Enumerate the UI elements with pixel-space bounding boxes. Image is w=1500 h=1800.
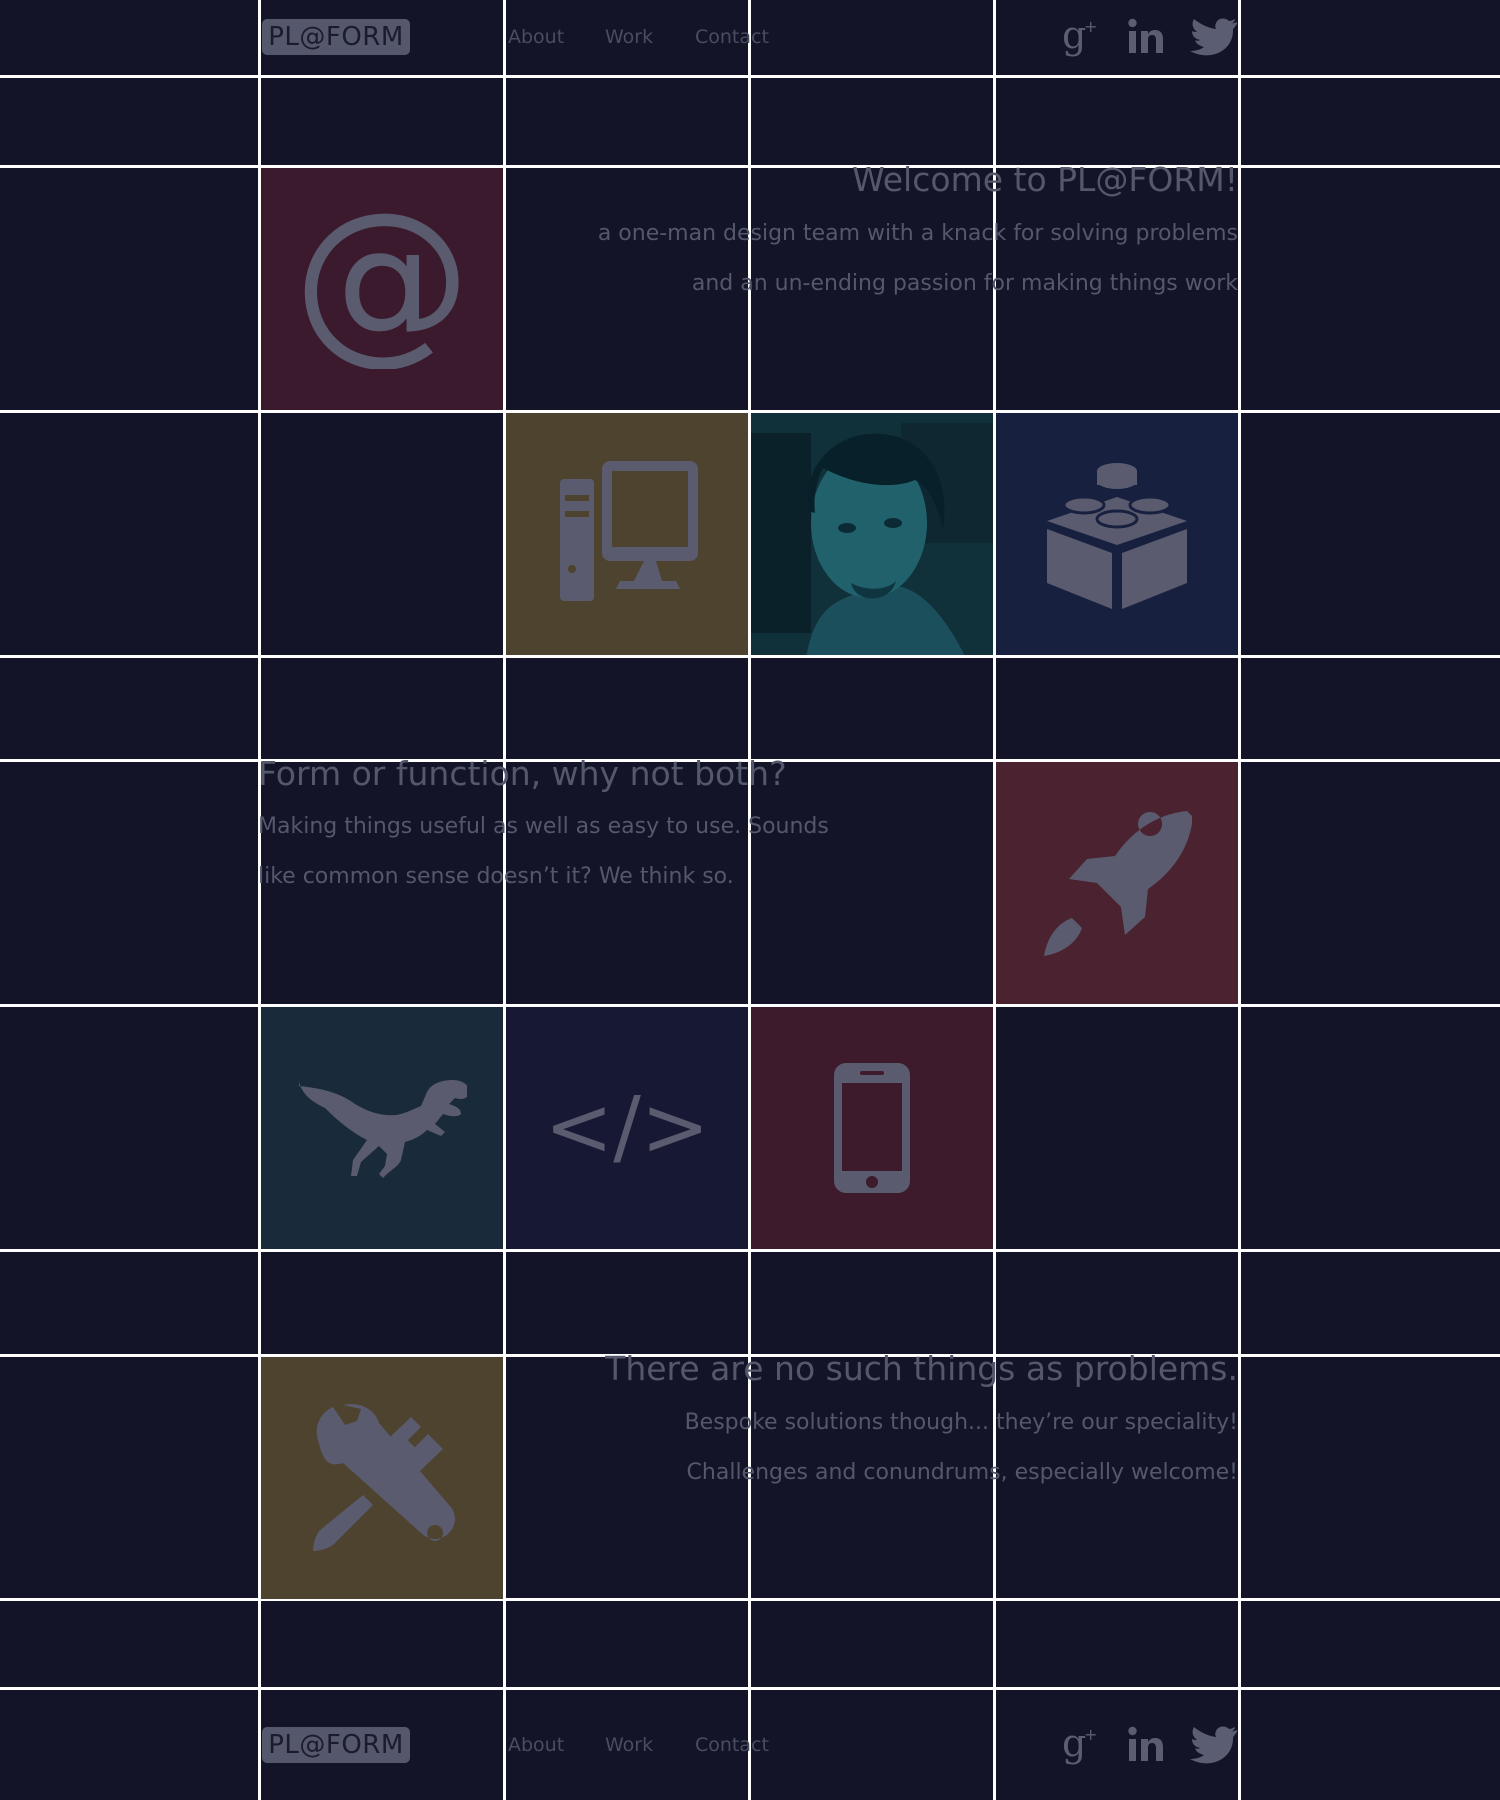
welcome-title: Welcome to PL@FORM! <box>852 160 1238 199</box>
google-plus-icon[interactable]: g + <box>1060 13 1100 62</box>
twitter-icon[interactable] <box>1190 18 1238 60</box>
grid-line <box>0 410 1500 413</box>
svg-text:+: + <box>1084 17 1097 36</box>
footer-logo[interactable]: PL@FORM <box>262 1727 410 1763</box>
grid-line <box>0 1004 1500 1007</box>
grid-line <box>0 75 1500 78</box>
grid-line <box>0 1249 1500 1252</box>
grid-line <box>0 655 1500 658</box>
svg-text:+: + <box>1084 1725 1097 1744</box>
dinosaur-icon <box>299 1080 467 1178</box>
footer-nav-about[interactable]: About <box>508 1734 564 1756</box>
tools-icon <box>313 1403 455 1551</box>
problems-title: There are no such things as problems. <box>605 1349 1238 1388</box>
tile-at[interactable]: @ <box>261 168 503 410</box>
at-sign-icon: @ <box>302 209 462 369</box>
welcome-line-1: a one-man design team with a knack for s… <box>597 221 1238 246</box>
code-brackets-icon: </> <box>552 1083 702 1173</box>
smartphone-icon <box>834 1063 910 1193</box>
nav-contact[interactable]: Contact <box>695 26 769 48</box>
rocket-icon <box>1044 811 1192 956</box>
tile-rocket[interactable] <box>996 762 1238 1004</box>
svg-text:@: @ <box>302 209 462 369</box>
svg-text:</>: </> <box>552 1083 702 1173</box>
form-function-line-2: like common sense doesn’t it? We think s… <box>258 864 734 889</box>
svg-text:g: g <box>1062 14 1086 57</box>
tile-dinosaur[interactable] <box>261 1007 503 1249</box>
grid-line <box>1238 0 1241 1800</box>
footer-nav-work[interactable]: Work <box>605 1734 653 1756</box>
grid-line <box>748 0 751 1800</box>
desktop-computer-icon <box>560 461 698 601</box>
problems-line-2: Challenges and conundrums, especially we… <box>686 1460 1238 1485</box>
problems-line-1: Bespoke solutions though... they’re our … <box>684 1410 1238 1435</box>
nav-work[interactable]: Work <box>605 26 653 48</box>
linkedin-icon[interactable] <box>1128 1726 1166 1768</box>
logo[interactable]: PL@FORM <box>262 19 410 55</box>
linkedin-icon[interactable] <box>1128 18 1166 60</box>
tile-tools[interactable] <box>261 1357 503 1599</box>
tile-code[interactable]: </> <box>506 1007 748 1249</box>
twitter-icon[interactable] <box>1190 1726 1238 1768</box>
form-function-title: Form or function, why not both? <box>258 754 787 793</box>
welcome-line-2: and an un-ending passion for making thin… <box>691 271 1238 296</box>
tile-lego[interactable] <box>996 413 1238 655</box>
footer-nav-contact[interactable]: Contact <box>695 1734 769 1756</box>
lego-brick-icon <box>1047 463 1187 609</box>
tile-phone[interactable] <box>751 1007 993 1249</box>
grid-line <box>0 1598 1500 1601</box>
grid-line <box>0 165 1500 168</box>
grid-line <box>503 0 506 1800</box>
google-plus-icon[interactable]: g + <box>1060 1721 1100 1770</box>
profile-photo <box>751 413 993 655</box>
grid-line <box>0 1687 1500 1690</box>
svg-text:g: g <box>1062 1722 1086 1765</box>
form-function-line-1: Making things useful as well as easy to … <box>258 814 829 839</box>
tile-desktop[interactable] <box>506 413 748 655</box>
nav-about[interactable]: About <box>508 26 564 48</box>
